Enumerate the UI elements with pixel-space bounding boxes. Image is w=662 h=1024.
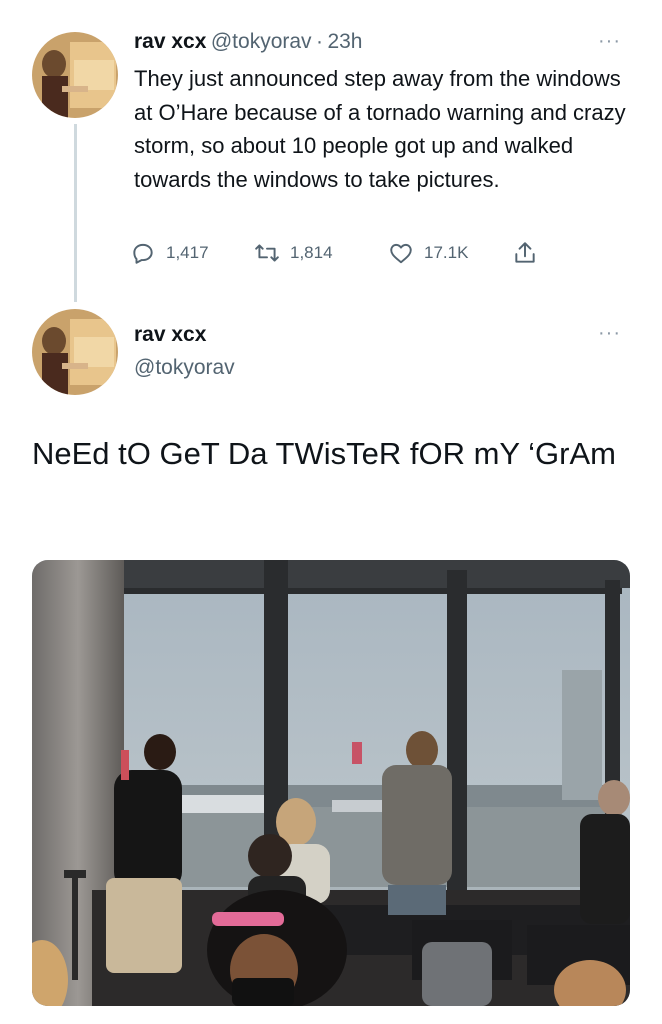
avatar-photo-icon <box>32 32 118 118</box>
avatar[interactable] <box>32 32 118 118</box>
heart-icon <box>390 243 412 264</box>
more-options-button[interactable]: ··· <box>598 30 621 53</box>
tweet-header: rav xcx @tokyorav · 23h <box>134 30 363 54</box>
share-button[interactable] <box>512 240 548 266</box>
reply-more-options-button[interactable]: ··· <box>598 322 621 345</box>
reply-count: 1,417 <box>166 243 209 262</box>
retweet-count: 1,814 <box>290 243 333 262</box>
speech-bubble-icon <box>133 243 153 264</box>
avatar-photo-icon <box>32 309 118 395</box>
like-button[interactable]: 17.1K <box>388 240 468 266</box>
tweet-actions: 1,417 1,814 17.1K <box>130 240 550 268</box>
thread-connector <box>74 124 77 302</box>
reply-avatar[interactable] <box>32 309 118 395</box>
reply-button[interactable]: 1,417 <box>130 240 209 266</box>
retweet-button[interactable]: 1,814 <box>254 240 333 266</box>
tweet-time[interactable]: 23h <box>327 30 362 53</box>
reply-author-name[interactable]: rav xcx <box>134 323 206 347</box>
reply-author-handle[interactable]: @tokyorav <box>134 356 235 380</box>
like-count: 17.1K <box>424 243 469 262</box>
author-name[interactable]: rav xcx <box>134 30 206 53</box>
tweet-text: They just announced step away from the w… <box>134 66 626 192</box>
airport-window-photo <box>32 560 630 1006</box>
author-handle[interactable]: @tokyorav <box>211 30 312 53</box>
reply-text: NeEd tO GeT Da TWisTeR fOR mY ‘GrAm <box>32 436 616 471</box>
share-upload-icon <box>515 242 535 263</box>
retweet-arrows-icon <box>255 244 279 262</box>
attached-photo[interactable] <box>32 560 630 1006</box>
time-separator: · <box>316 30 323 53</box>
